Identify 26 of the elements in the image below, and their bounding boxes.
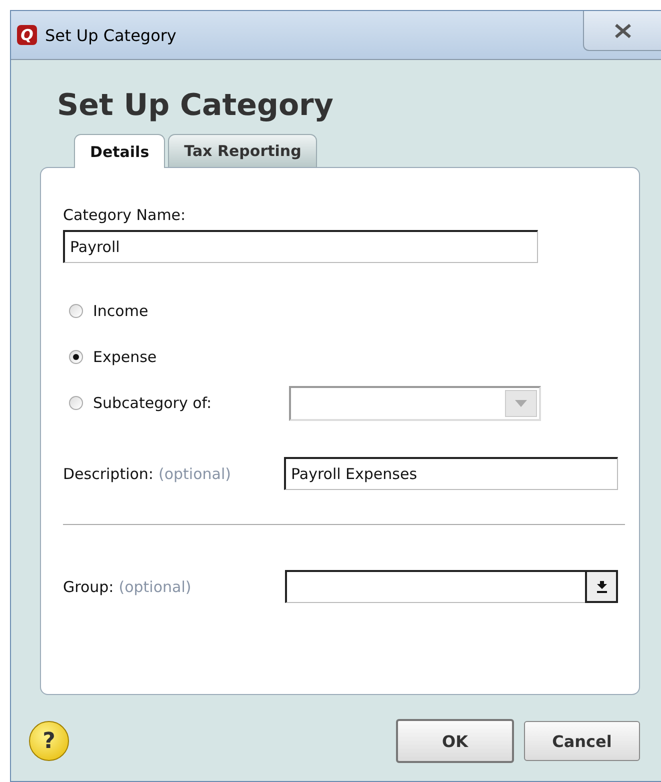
help-button[interactable]: ? — [29, 721, 69, 761]
download-arrow-icon — [596, 580, 608, 592]
dropdown-arrow-icon — [515, 400, 527, 406]
radio-button[interactable] — [69, 304, 83, 318]
radio-button[interactable] — [69, 396, 83, 410]
field-label: Group: — [63, 578, 114, 596]
description-field[interactable]: Payroll Expenses — [284, 457, 618, 490]
close-button[interactable] — [583, 11, 661, 51]
radio-label: Income — [93, 302, 148, 320]
radio-button[interactable] — [69, 350, 83, 364]
optional-hint: (optional) — [158, 464, 231, 482]
field-label: Category Name: — [63, 206, 187, 224]
app-logo: Q — [17, 25, 37, 45]
dropdown-button[interactable] — [585, 570, 618, 603]
field-label: Description: — [63, 464, 154, 482]
group-field[interactable] — [285, 570, 585, 603]
cancel-button[interactable]: Cancel — [524, 721, 640, 761]
window-title: Set Up Category — [45, 26, 176, 44]
ok-button[interactable]: OK — [396, 719, 514, 763]
category-name-field[interactable]: Payroll — [63, 230, 538, 263]
radio-label: Expense — [93, 348, 157, 366]
tab[interactable]: Tax Reporting — [168, 134, 318, 167]
dialog-heading: Set Up Category — [57, 88, 334, 124]
tab[interactable]: Details — [74, 134, 166, 168]
radio-label: Subcategory of: — [93, 394, 212, 412]
optional-hint: (optional) — [118, 578, 192, 596]
